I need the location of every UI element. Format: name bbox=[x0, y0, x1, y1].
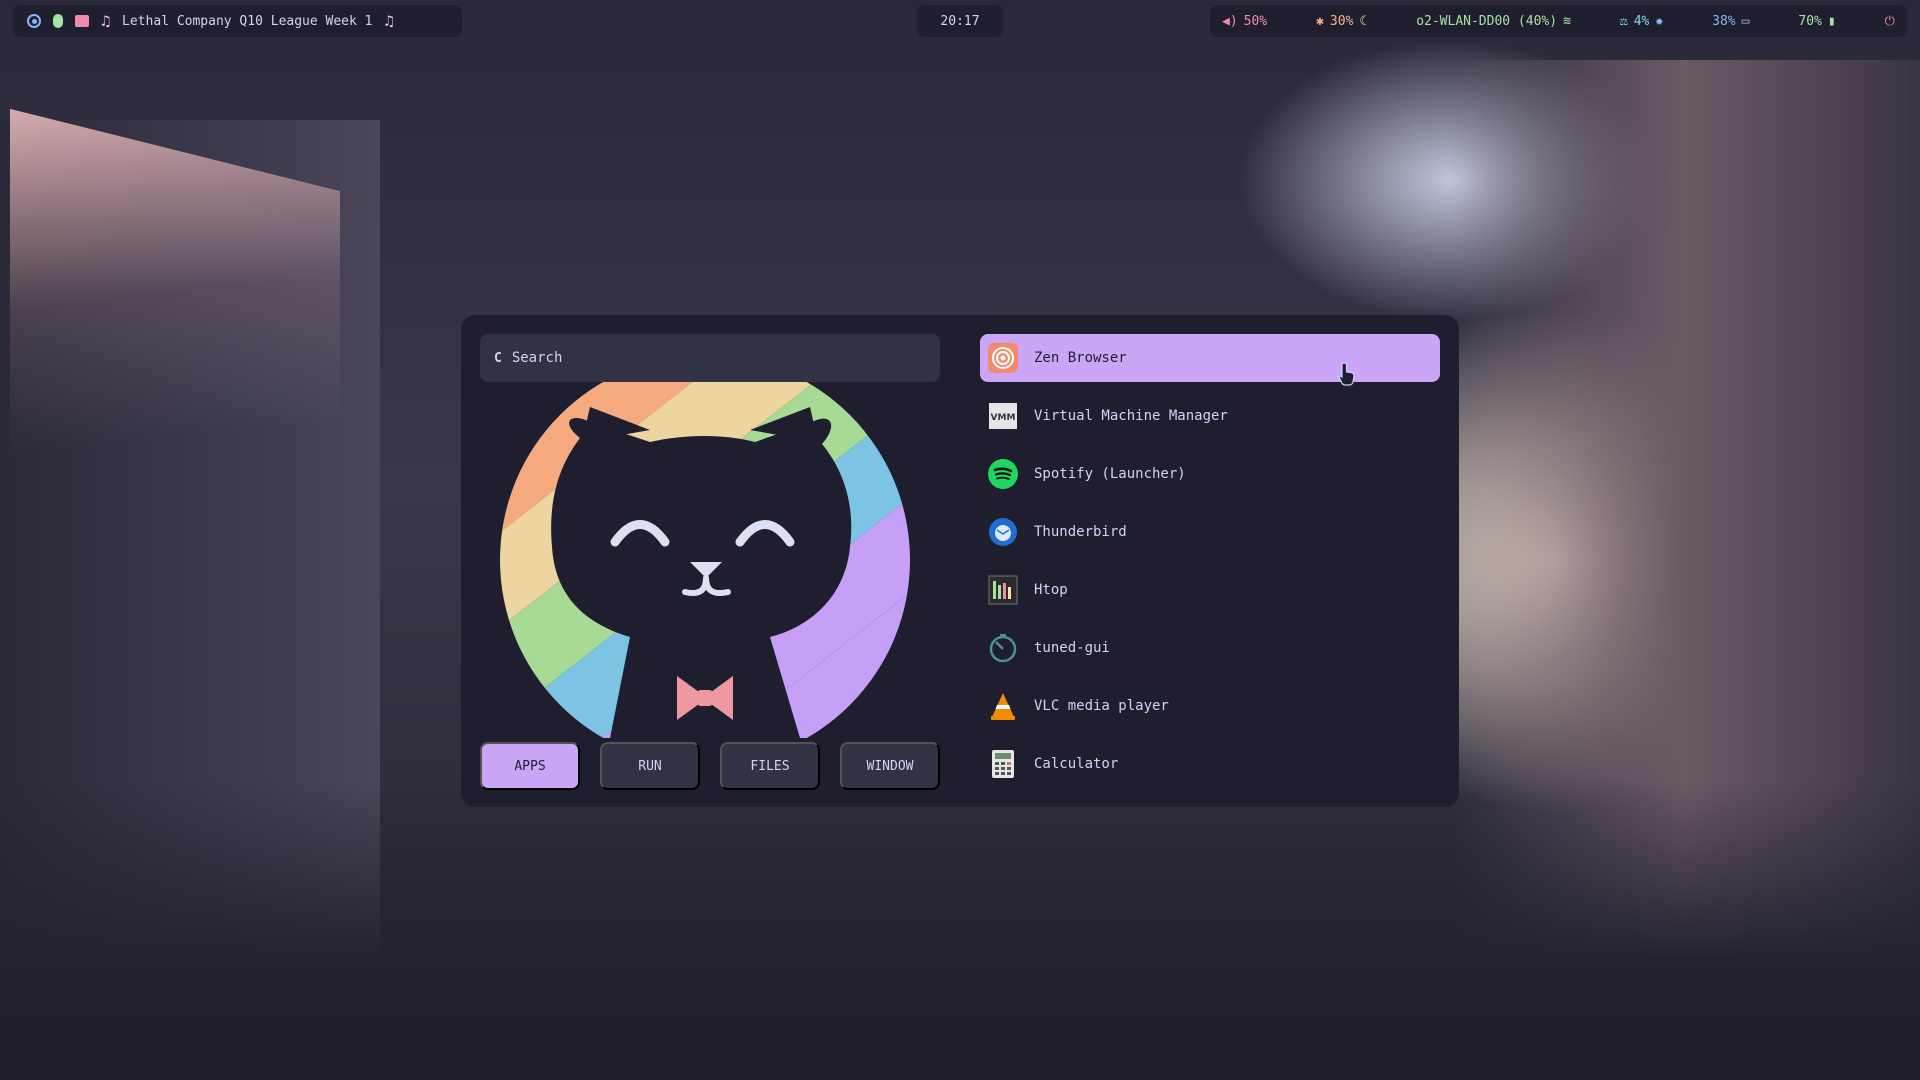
search-icon: C bbox=[494, 350, 502, 366]
volume-indicator[interactable]: ◀) 50% bbox=[1222, 14, 1267, 29]
power-button[interactable]: ⏻ bbox=[1885, 14, 1895, 29]
music-note-icon[interactable]: ♫ bbox=[384, 12, 393, 30]
app-list: Zen Browser VMM Virtual Machine Manager … bbox=[980, 334, 1440, 798]
zen-browser-icon bbox=[988, 343, 1018, 373]
app-label: Calculator bbox=[1034, 756, 1119, 772]
launcher-left-pane: C Search APPS RUN FILES WINDOW bbox=[480, 334, 940, 790]
app-item-zen-browser[interactable]: Zen Browser bbox=[980, 334, 1440, 382]
htop-icon bbox=[988, 575, 1018, 605]
app-item-calculator[interactable]: Calculator bbox=[980, 740, 1440, 788]
wallpaper-light-stripe bbox=[10, 108, 340, 652]
app-item-spotify[interactable]: Spotify (Launcher) bbox=[980, 450, 1440, 498]
memory-indicator[interactable]: ⚖ 4% ✹ bbox=[1620, 14, 1663, 29]
thunderbird-icon bbox=[988, 517, 1018, 547]
app-label: tuned-gui bbox=[1034, 640, 1110, 656]
tuned-icon bbox=[988, 633, 1018, 663]
clock-time: 20:17 bbox=[940, 13, 980, 29]
workspace-2-icon[interactable] bbox=[53, 14, 63, 28]
wallpaper-ground bbox=[0, 780, 1920, 1080]
monitor-icon: ▭ bbox=[1741, 13, 1750, 29]
app-label: Htop bbox=[1034, 582, 1068, 598]
app-item-tuned-gui[interactable]: tuned-gui bbox=[980, 624, 1440, 672]
tab-apps[interactable]: APPS bbox=[480, 742, 580, 790]
wifi-indicator[interactable]: o2-WLAN-DD00 (40%) ≋ bbox=[1416, 14, 1571, 29]
cpu-icon: ✱ bbox=[1316, 13, 1324, 29]
svg-text:VMM: VMM bbox=[991, 413, 1016, 423]
app-item-vlc[interactable]: VLC media player bbox=[980, 682, 1440, 730]
cpu-indicator[interactable]: ✱ 30% ☾ bbox=[1316, 14, 1367, 29]
wifi-icon: ≋ bbox=[1563, 13, 1571, 29]
app-item-htop[interactable]: Htop bbox=[980, 566, 1440, 614]
battery-charging-icon: ▮ bbox=[1827, 13, 1836, 29]
memory-icon: ⚖ bbox=[1619, 13, 1628, 29]
workspace-1-icon[interactable] bbox=[27, 14, 41, 28]
search-box[interactable]: C bbox=[480, 334, 940, 382]
topbar-right: ◀) 50% ✱ 30% ☾ o2-WLAN-DD00 (40%) ≋ ⚖ 4%… bbox=[1210, 5, 1907, 37]
search-input[interactable] bbox=[511, 350, 912, 366]
app-label: VLC media player bbox=[1034, 698, 1169, 714]
mode-tabs: APPS RUN FILES WINDOW bbox=[480, 742, 940, 790]
calculator-icon bbox=[988, 749, 1018, 779]
workspace-3-icon[interactable] bbox=[75, 15, 89, 27]
app-item-virt-manager[interactable]: VMM Virtual Machine Manager bbox=[980, 392, 1440, 440]
tab-window[interactable]: WINDOW bbox=[840, 742, 940, 790]
vlc-icon bbox=[988, 691, 1018, 721]
mouse-pointer-icon bbox=[1338, 362, 1356, 390]
tab-files[interactable]: FILES bbox=[720, 742, 820, 790]
music-note-icon[interactable]: ♫ bbox=[101, 12, 110, 30]
moon-icon: ☾ bbox=[1359, 13, 1368, 29]
virt-manager-icon: VMM bbox=[988, 401, 1018, 431]
brightness-icon: ✹ bbox=[1655, 13, 1664, 29]
spotify-icon bbox=[988, 459, 1018, 489]
topbar-clock[interactable]: 20:17 bbox=[917, 5, 1003, 37]
app-label: Virtual Machine Manager bbox=[1034, 408, 1228, 424]
battery-indicator[interactable]: 70% ▮ bbox=[1798, 14, 1835, 29]
app-label: Zen Browser bbox=[1034, 350, 1127, 366]
media-title[interactable]: Lethal Company Q10 League Week 1 bbox=[122, 14, 372, 29]
tab-run[interactable]: RUN bbox=[600, 742, 700, 790]
app-label: Spotify (Launcher) bbox=[1034, 466, 1186, 482]
topbar-left: ♫ Lethal Company Q10 League Week 1 ♫ bbox=[13, 5, 462, 37]
volume-icon: ◀) bbox=[1222, 13, 1238, 29]
app-label: Thunderbird bbox=[1034, 524, 1127, 540]
brightness-indicator[interactable]: 38% ▭ bbox=[1712, 14, 1749, 29]
app-item-thunderbird[interactable]: Thunderbird bbox=[980, 508, 1440, 556]
power-icon: ⏻ bbox=[1884, 13, 1895, 29]
mascot-cat-image bbox=[500, 382, 910, 738]
